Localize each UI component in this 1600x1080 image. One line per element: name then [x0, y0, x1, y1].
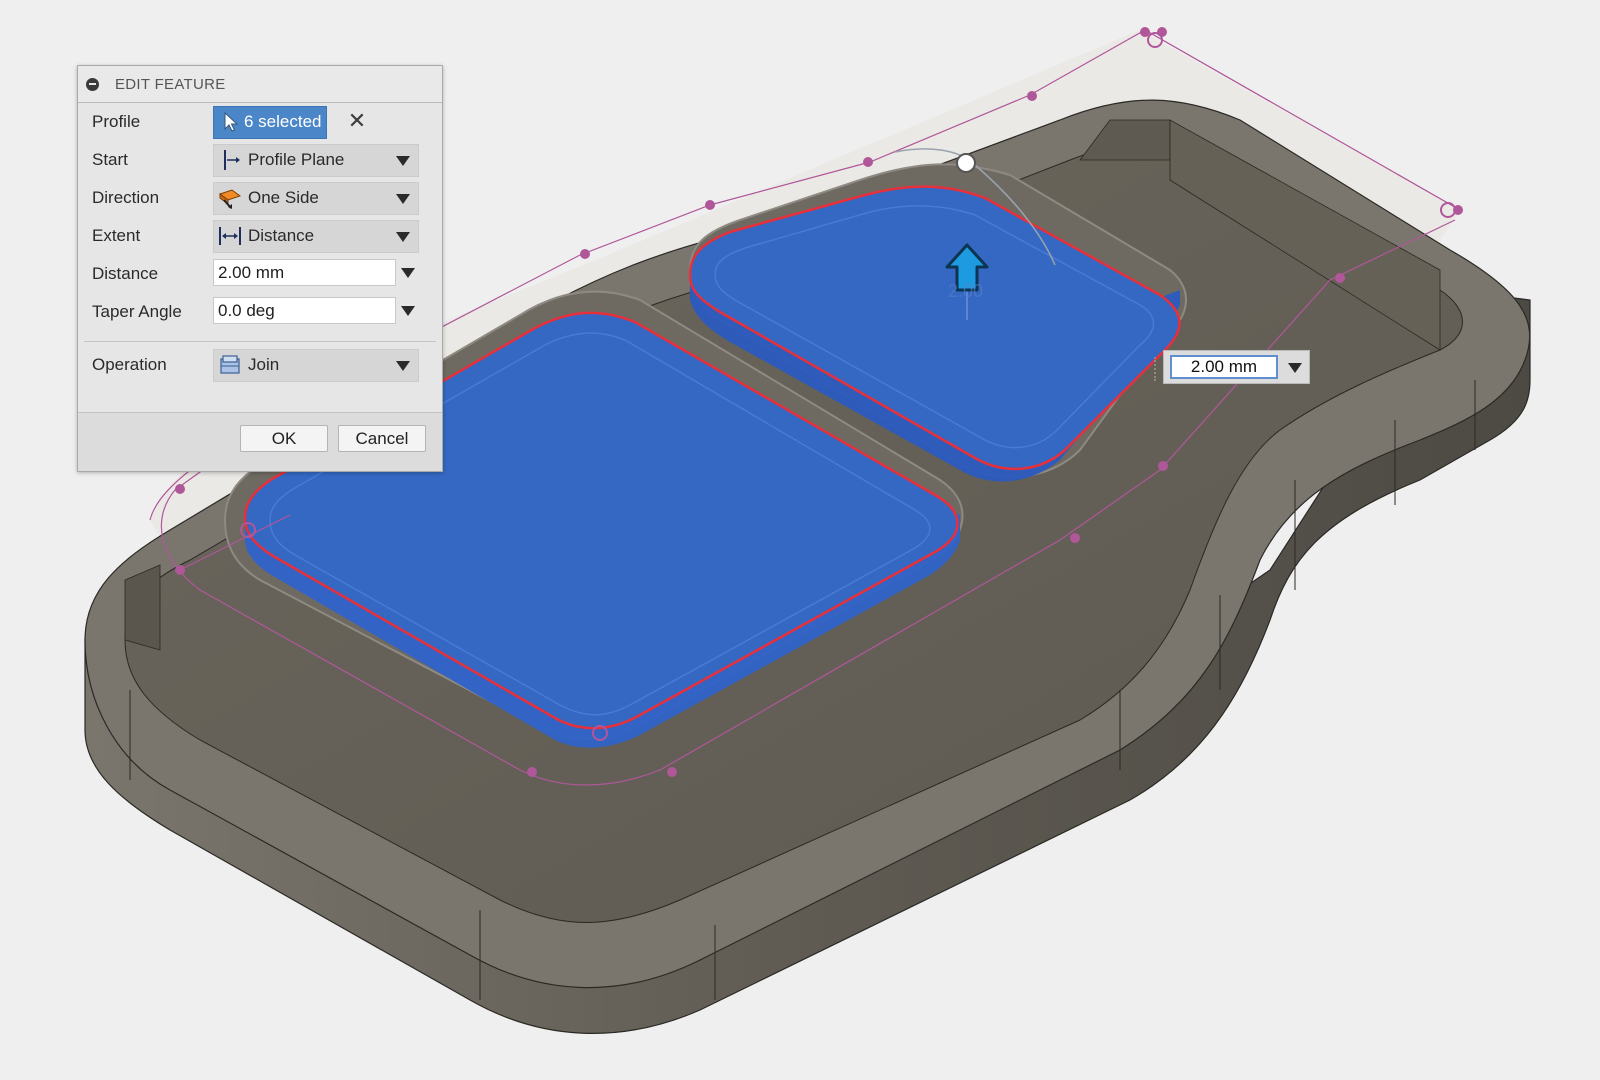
start-row: Start Profile Plane: [78, 142, 442, 178]
taper-angle-row: Taper Angle: [78, 294, 442, 330]
chevron-down-icon[interactable]: [1288, 363, 1302, 373]
start-value: Profile Plane: [248, 150, 345, 169]
cancel-button[interactable]: Cancel: [338, 425, 426, 452]
profile-plane-icon: [224, 150, 240, 170]
profile-select-button[interactable]: 6 selected: [213, 105, 327, 139]
direction-label: Direction: [92, 188, 160, 207]
profile-row: Profile 6 selected ✕: [78, 104, 442, 140]
extent-row: Extent Distance: [78, 218, 442, 254]
dialog-header: EDIT FEATURE: [78, 66, 442, 103]
operation-label: Operation: [92, 355, 167, 374]
ghost-dimension-label: 2.00: [948, 281, 983, 301]
taper-angle-input[interactable]: [213, 297, 396, 324]
distance-label: Distance: [92, 264, 159, 283]
distance-extent-icon: [219, 227, 241, 245]
direction-dropdown[interactable]: One Side: [213, 181, 419, 215]
chevron-down-icon: [396, 360, 410, 371]
cursor-select-icon: [224, 111, 239, 132]
extent-value: Distance: [248, 226, 315, 245]
extent-dropdown[interactable]: Distance: [213, 219, 419, 253]
clear-selection-icon[interactable]: ✕: [346, 110, 368, 132]
chevron-down-icon: [396, 155, 410, 166]
taper-angle-label: Taper Angle: [92, 302, 182, 321]
join-body-icon: [220, 355, 240, 374]
chevron-down-icon[interactable]: [401, 268, 415, 278]
dialog-footer: OK Cancel: [78, 412, 442, 471]
collapse-icon[interactable]: [86, 77, 99, 91]
drag-handle[interactable]: [1154, 357, 1160, 381]
chevron-down-icon: [396, 231, 410, 242]
floating-distance-input[interactable]: [1170, 355, 1278, 379]
direction-row: Direction One Side: [78, 180, 442, 216]
floating-distance-box: [1154, 350, 1310, 384]
operation-row: Operation Join: [78, 347, 442, 383]
extent-label: Extent: [92, 226, 141, 245]
dialog-title: EDIT FEATURE: [115, 75, 226, 93]
one-side-direction-icon: [218, 189, 242, 209]
profile-label: Profile: [92, 112, 141, 131]
distance-row: Distance: [78, 256, 442, 292]
edit-feature-dialog: EDIT FEATURE Profile 6 selected ✕ Start …: [77, 65, 443, 472]
profile-value: 6 selected: [244, 112, 322, 131]
distance-input[interactable]: [213, 259, 396, 286]
direction-value: One Side: [248, 188, 319, 207]
divider: [84, 341, 436, 342]
ok-button[interactable]: OK: [240, 425, 328, 452]
chevron-down-icon[interactable]: [401, 306, 415, 316]
start-dropdown[interactable]: Profile Plane: [213, 143, 419, 177]
operation-value: Join: [248, 355, 280, 374]
operation-dropdown[interactable]: Join: [213, 348, 419, 382]
chevron-down-icon: [396, 193, 410, 204]
start-label: Start: [92, 150, 128, 169]
